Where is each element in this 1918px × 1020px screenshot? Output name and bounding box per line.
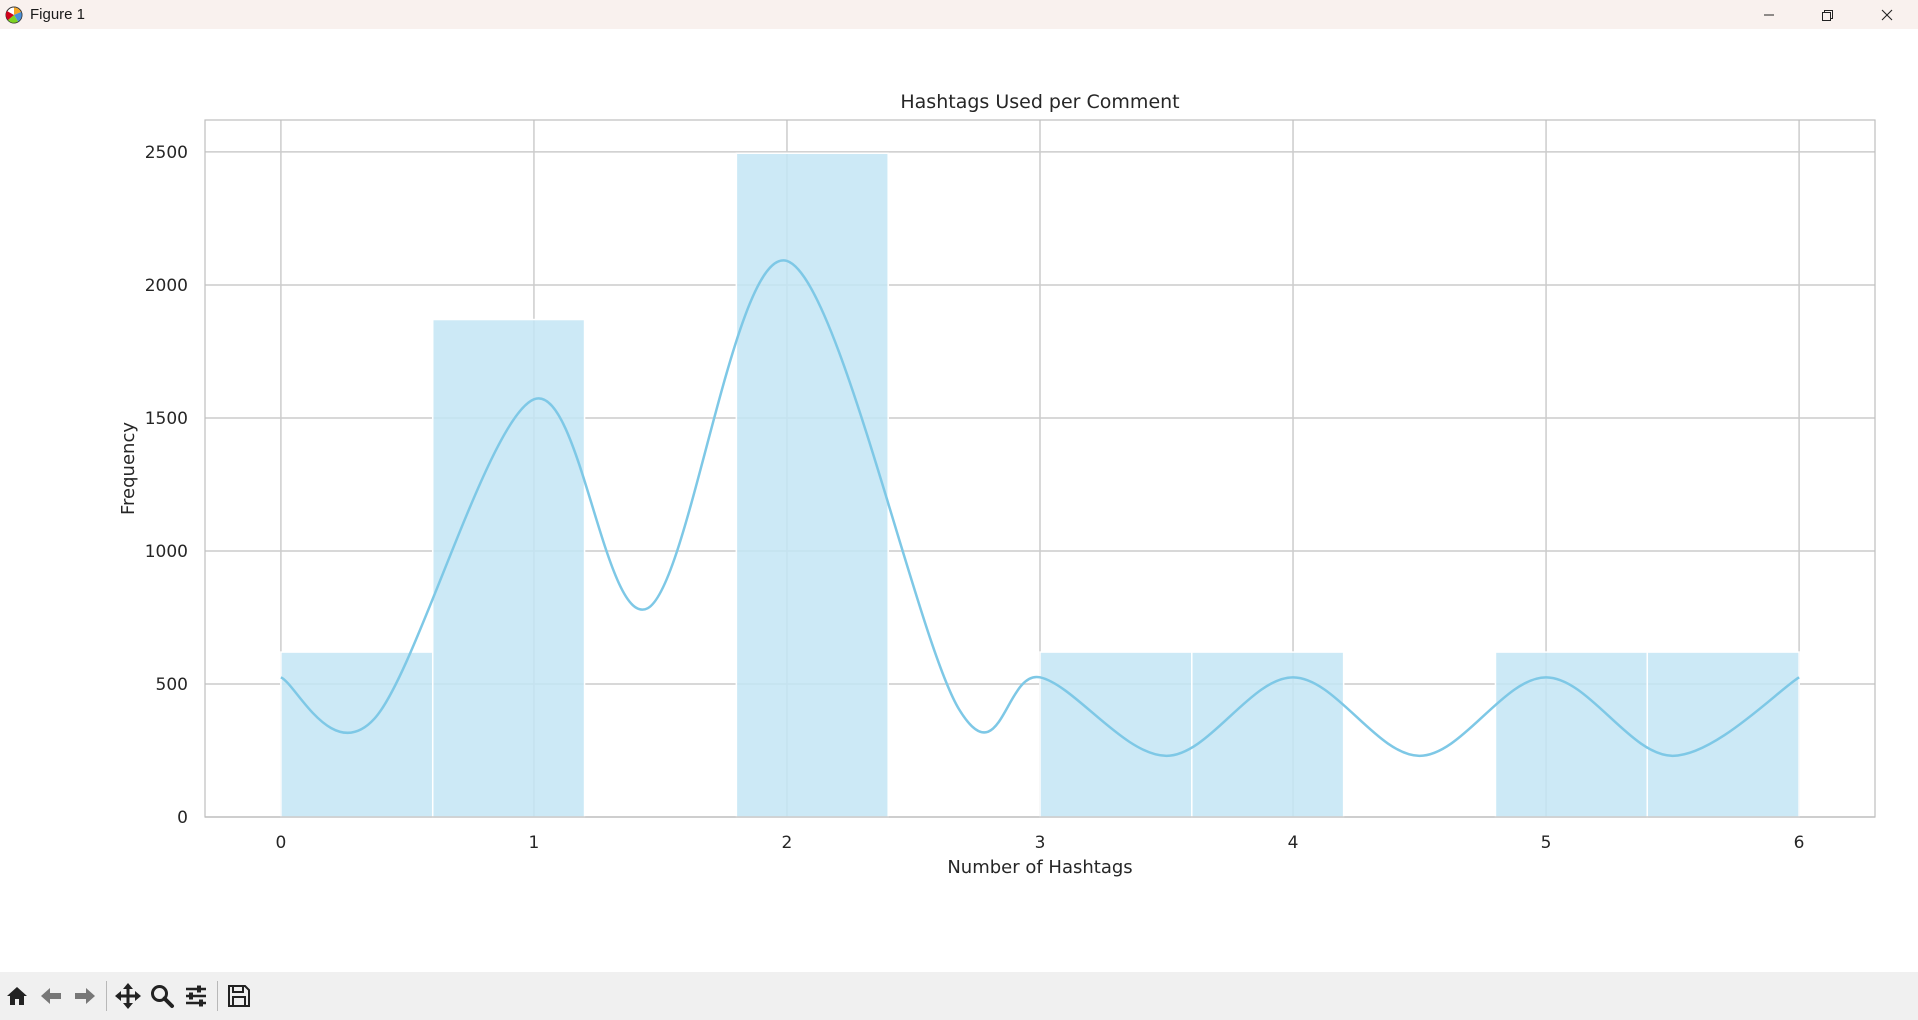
home-icon bbox=[7, 987, 27, 1005]
y-tick-label: 2000 bbox=[145, 276, 188, 296]
floppy-disk-icon bbox=[228, 985, 250, 1007]
minimize-button[interactable] bbox=[1740, 0, 1798, 29]
navigation-toolbar bbox=[0, 972, 1918, 1020]
chart-title: Hashtags Used per Comment bbox=[900, 91, 1179, 113]
x-tick-label: 3 bbox=[1035, 833, 1046, 853]
window-title: Figure 1 bbox=[30, 6, 86, 23]
y-tick-label: 1000 bbox=[145, 542, 188, 562]
zoom-button[interactable] bbox=[145, 977, 179, 1015]
back-button[interactable] bbox=[34, 977, 68, 1015]
x-tick-label: 5 bbox=[1541, 833, 1552, 853]
move-icon bbox=[115, 983, 141, 1009]
configure-subplots-button[interactable] bbox=[179, 977, 213, 1015]
close-button[interactable] bbox=[1858, 0, 1916, 29]
x-tick-label: 0 bbox=[275, 833, 286, 853]
histogram-bar bbox=[280, 651, 434, 818]
pan-button[interactable] bbox=[111, 977, 145, 1015]
sliders-icon bbox=[186, 985, 206, 1007]
close-icon bbox=[1881, 9, 1893, 20]
toolbar-separator bbox=[217, 981, 218, 1011]
y-tick-label: 2500 bbox=[145, 143, 188, 163]
x-tick-label: 6 bbox=[1794, 833, 1805, 853]
arrow-left-icon bbox=[41, 988, 61, 1004]
title-bar: Figure 1 bbox=[0, 0, 1918, 29]
y-axis-label: Frequency bbox=[118, 422, 139, 515]
arrow-right-icon bbox=[75, 988, 95, 1004]
toolbar-separator bbox=[106, 981, 107, 1011]
maximize-button[interactable] bbox=[1798, 0, 1856, 29]
restore-icon bbox=[1822, 9, 1833, 21]
histogram-bar bbox=[1494, 651, 1649, 818]
histogram-bar bbox=[735, 152, 889, 818]
y-tick-label: 1500 bbox=[145, 409, 188, 429]
magnifier-icon bbox=[151, 985, 174, 1008]
x-tick-label: 1 bbox=[529, 833, 540, 853]
y-tick-label: 500 bbox=[156, 675, 188, 695]
histogram-bar bbox=[431, 318, 586, 818]
forward-button[interactable] bbox=[68, 977, 102, 1015]
y-tick-label: 0 bbox=[177, 808, 188, 828]
histogram-bar bbox=[1039, 651, 1193, 818]
save-button[interactable] bbox=[222, 977, 256, 1015]
histogram-bar bbox=[1191, 651, 1345, 818]
home-button[interactable] bbox=[0, 977, 34, 1015]
minimize-icon bbox=[1764, 14, 1774, 15]
figure-canvas[interactable]: 0 1 2 3 4 5 6 0 500 1000 1500 2000 2500 Hashtags Use… bbox=[0, 29, 1918, 972]
x-axis-label: Number of Hashtags bbox=[947, 857, 1132, 878]
x-tick-label: 2 bbox=[782, 833, 793, 853]
matplotlib-icon bbox=[4, 5, 24, 25]
x-tick-label: 4 bbox=[1288, 833, 1299, 853]
